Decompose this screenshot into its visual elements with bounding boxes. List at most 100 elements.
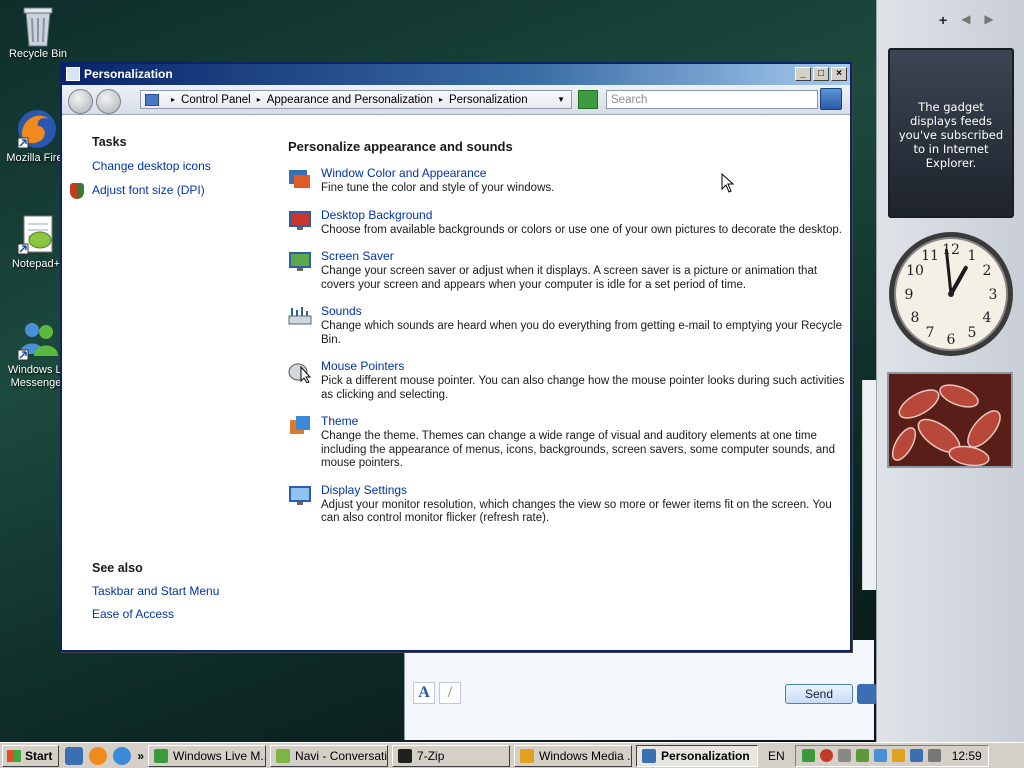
slideshow-gadget[interactable] xyxy=(887,372,1013,468)
taskbar-task-messenger[interactable]: Windows Live M... xyxy=(148,744,267,767)
previous-page-button[interactable]: ◀ xyxy=(961,12,970,28)
refresh-button[interactable] xyxy=(578,90,598,109)
task-label: Windows Media ... xyxy=(539,748,633,763)
screen-saver-icon xyxy=(289,252,311,271)
svg-text:12: 12 xyxy=(942,242,960,258)
screen-saver-link[interactable]: Screen Saver xyxy=(321,249,848,263)
item-description: Pick a different mouse pointer. You can … xyxy=(321,375,845,401)
list-item: Desktop Background Choose from available… xyxy=(288,208,848,238)
maximize-button[interactable]: □ xyxy=(813,67,829,81)
clock-gadget[interactable]: 12 1 2 345 678 9 10 11 xyxy=(887,230,1015,358)
list-item: Window Color and Appearance Fine tune th… xyxy=(288,166,848,196)
desktop-background-link[interactable]: Desktop Background xyxy=(321,208,848,222)
chevron-down-icon[interactable]: ▼ xyxy=(557,95,565,104)
tasks-heading: Tasks xyxy=(92,135,127,149)
task-label: Navi - Conversation xyxy=(295,748,388,763)
window-color-icon xyxy=(289,170,310,188)
page-title: Personalize appearance and sounds xyxy=(288,139,513,154)
title-bar[interactable]: Personalization _ □ × xyxy=(62,64,850,85)
desktop-icon-label: Recycle Bin xyxy=(8,48,68,60)
tray-blocked-icon[interactable] xyxy=(819,749,833,762)
notepad-plus-icon xyxy=(16,214,56,255)
breadcrumb-appearance[interactable]: Appearance and Personalization xyxy=(267,94,433,106)
add-gadget-button[interactable]: + xyxy=(939,12,947,28)
address-bar[interactable]: ▸ Control Panel ▸ Appearance and Persona… xyxy=(140,90,572,109)
tray-app-icon[interactable] xyxy=(801,749,815,762)
list-item: Screen Saver Change your screen saver or… xyxy=(288,249,848,292)
sounds-link[interactable]: Sounds xyxy=(321,304,848,318)
network-icon[interactable] xyxy=(909,749,923,762)
chevron-right-icon: ▸ xyxy=(438,95,443,104)
change-desktop-icons-link[interactable]: Change desktop icons xyxy=(92,159,211,173)
item-description: Fine tune the color and style of your wi… xyxy=(321,182,555,194)
minimize-button[interactable]: _ xyxy=(795,67,811,81)
taskbar-task-personalization[interactable]: Personalization xyxy=(636,744,759,767)
volume-icon[interactable] xyxy=(927,749,941,762)
back-button[interactable] xyxy=(68,89,93,114)
control-panel-icon xyxy=(145,93,159,106)
ease-of-access-link[interactable]: Ease of Access xyxy=(92,607,219,621)
theme-link[interactable]: Theme xyxy=(321,414,848,428)
window-color-link[interactable]: Window Color and Appearance xyxy=(321,166,848,180)
firefox-icon[interactable] xyxy=(89,746,108,765)
list-item: Mouse Pointers Pick a different mouse po… xyxy=(288,359,848,402)
taskbar-start-menu-link[interactable]: Taskbar and Start Menu xyxy=(92,584,219,598)
control-panel-icon xyxy=(66,67,80,81)
breadcrumb-personalization[interactable]: Personalization xyxy=(449,94,528,106)
feed-gadget-text: The gadget displays feeds you've subscri… xyxy=(898,100,1004,170)
shield-icon xyxy=(70,183,84,199)
handwriting-icon[interactable]: / xyxy=(439,682,461,704)
search-button[interactable] xyxy=(820,88,842,110)
conversation-icon xyxy=(276,748,291,763)
language-indicator[interactable]: EN xyxy=(768,749,785,763)
7zip-icon xyxy=(398,748,413,763)
internet-explorer-icon[interactable] xyxy=(113,746,132,765)
svg-text:5: 5 xyxy=(968,325,977,341)
taskbar-task-7zip[interactable]: 7-Zip xyxy=(392,744,511,767)
next-page-button[interactable]: ▶ xyxy=(984,12,993,28)
font-button[interactable]: A xyxy=(413,682,435,704)
taskbar-task-conversation[interactable]: Navi - Conversation xyxy=(270,744,389,767)
tray-shield-icon[interactable] xyxy=(855,749,869,762)
chevron-right-icon: ▸ xyxy=(256,95,261,104)
tray-update-icon[interactable] xyxy=(891,749,905,762)
display-settings-link[interactable]: Display Settings xyxy=(321,483,848,497)
task-label: Personalization xyxy=(661,748,750,763)
item-description: Choose from available backgrounds or col… xyxy=(321,223,842,236)
search-icon[interactable] xyxy=(857,684,877,704)
mouse-pointer-icon xyxy=(288,363,312,383)
close-button[interactable]: × xyxy=(831,67,847,81)
background-scrollbar[interactable] xyxy=(862,380,876,590)
svg-text:11: 11 xyxy=(921,248,939,264)
item-description: Change the theme. Themes can change a wi… xyxy=(321,430,835,469)
search-input[interactable]: Search xyxy=(606,90,818,109)
show-desktop-icon[interactable] xyxy=(65,746,84,765)
item-description: Adjust your monitor resolution, which ch… xyxy=(321,498,832,525)
tray-messenger-icon[interactable] xyxy=(873,749,887,762)
messenger-icon xyxy=(16,320,58,361)
taskbar-task-media-player[interactable]: Windows Media ... xyxy=(514,744,633,767)
list-item: Display Settings Adjust your monitor res… xyxy=(288,483,848,526)
svg-text:4: 4 xyxy=(983,310,992,326)
start-label: Start xyxy=(25,748,53,763)
see-also-heading: See also xyxy=(92,561,143,575)
firefox-icon xyxy=(16,108,56,149)
mouse-pointers-link[interactable]: Mouse Pointers xyxy=(321,359,848,373)
taskbar-clock[interactable]: 12:59 xyxy=(952,749,982,763)
start-button[interactable]: Start xyxy=(2,744,60,767)
tray-lock-icon[interactable] xyxy=(837,749,851,762)
chevron-right-icon: ▸ xyxy=(171,95,176,104)
send-button[interactable]: Send xyxy=(785,684,853,704)
quick-launch-more-button[interactable]: » xyxy=(137,749,144,763)
desktop-icon-recycle-bin[interactable]: Recycle Bin xyxy=(2,4,74,61)
feed-headlines-gadget[interactable]: The gadget displays feeds you've subscri… xyxy=(888,48,1014,218)
breadcrumb-control-panel[interactable]: Control Panel xyxy=(181,94,251,106)
windows-sidebar: + ◀ ▶ The gadget displays feeds you've s… xyxy=(876,0,1024,742)
content-pane: Personalize appearance and sounds Window… xyxy=(288,139,848,538)
forward-button[interactable] xyxy=(96,89,121,114)
svg-text:7: 7 xyxy=(926,325,935,341)
desktop-background-icon xyxy=(289,210,311,230)
svg-text:3: 3 xyxy=(989,287,998,303)
adjust-font-size-link[interactable]: Adjust font size (DPI) xyxy=(92,183,211,197)
navigation-bar: ▸ Control Panel ▸ Appearance and Persona… xyxy=(62,85,850,115)
